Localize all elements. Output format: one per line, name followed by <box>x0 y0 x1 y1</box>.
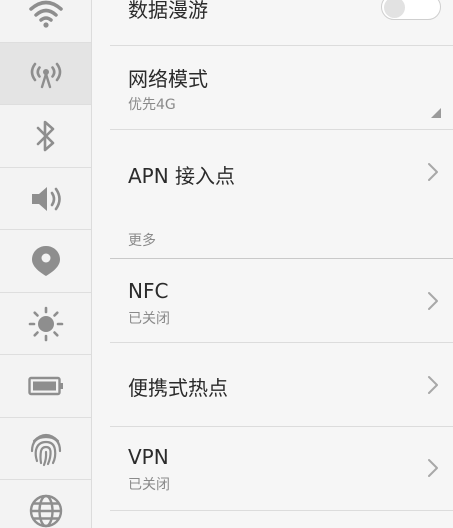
dropdown-corner-icon <box>431 108 441 118</box>
vpn-title: VPN <box>128 445 169 469</box>
nfc-title: NFC <box>128 279 169 303</box>
settings-category-rail <box>0 0 92 528</box>
rail-item-sound[interactable] <box>0 168 91 230</box>
location-icon <box>31 245 61 277</box>
rail-item-mobile-network[interactable] <box>0 43 91 105</box>
rail-item-location[interactable] <box>0 230 91 293</box>
rail-item-battery[interactable] <box>0 355 91 418</box>
bluetooth-icon <box>34 119 58 153</box>
brightness-icon <box>28 306 64 342</box>
network-mode-title: 网络模式 <box>128 67 208 91</box>
hotspot-row[interactable]: 便携式热点 <box>92 343 453 427</box>
rail-item-fingerprint[interactable] <box>0 418 91 480</box>
cellular-network-icon <box>26 59 66 89</box>
apn-row[interactable]: APN 接入点 <box>92 130 453 214</box>
toggle-knob <box>384 0 405 18</box>
hotspot-title: 便携式热点 <box>128 376 228 400</box>
rail-item-language[interactable] <box>0 480 91 528</box>
rail-item-wifi[interactable] <box>0 0 91 43</box>
fingerprint-icon <box>29 431 63 467</box>
data-roaming-title: 数据漫游 <box>128 0 208 22</box>
sound-icon <box>29 184 63 214</box>
chevron-right-icon <box>428 459 438 477</box>
settings-list: 数据漫游 网络模式 优先4G APN 接入点 更多 NFC 已关闭 便携式热点 … <box>92 0 453 528</box>
divider <box>110 510 453 511</box>
rail-item-display[interactable] <box>0 293 91 355</box>
chevron-right-icon <box>428 163 438 181</box>
wifi-icon <box>28 0 63 28</box>
vpn-row[interactable]: VPN 已关闭 <box>92 427 453 511</box>
rail-item-bluetooth[interactable] <box>0 105 91 168</box>
globe-icon <box>29 494 63 528</box>
chevron-right-icon <box>428 292 438 310</box>
chevron-right-icon <box>428 376 438 394</box>
vpn-status: 已关闭 <box>128 477 170 493</box>
settings-screen: 数据漫游 网络模式 优先4G APN 接入点 更多 NFC 已关闭 便携式热点 … <box>0 0 453 528</box>
apn-title: APN 接入点 <box>128 164 236 188</box>
nfc-row[interactable]: NFC 已关闭 <box>92 259 453 343</box>
network-mode-value: 优先4G <box>128 97 176 113</box>
data-roaming-row[interactable]: 数据漫游 <box>92 0 453 46</box>
nfc-status: 已关闭 <box>128 311 170 327</box>
network-mode-row[interactable]: 网络模式 优先4G <box>92 46 453 130</box>
battery-icon <box>27 376 64 396</box>
data-roaming-toggle[interactable] <box>381 0 441 20</box>
more-section-label: 更多 <box>128 233 156 249</box>
